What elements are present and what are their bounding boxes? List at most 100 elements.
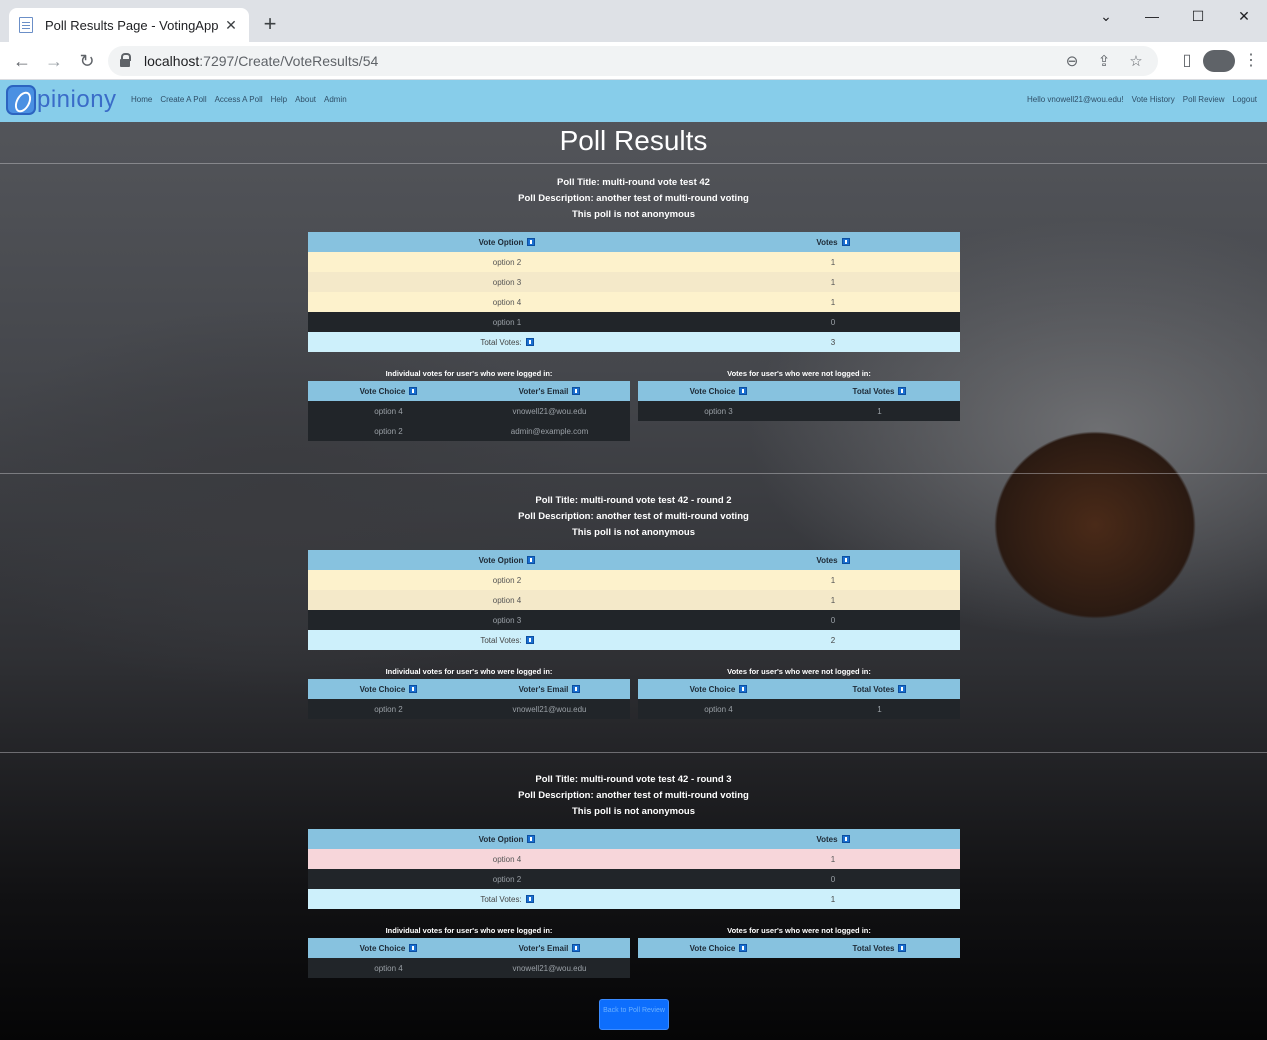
address-bar[interactable]: localhost:7297/Create/VoteResults/54 ⊖ ⇪… <box>108 46 1158 76</box>
logged-in-caption: Individual votes for user's who were log… <box>385 369 553 378</box>
info-icon[interactable] <box>898 386 907 395</box>
zoom-icon[interactable]: ⊖ <box>1056 52 1088 70</box>
votes-cell: 1 <box>706 849 960 869</box>
star-icon[interactable]: ☆ <box>1120 52 1152 70</box>
new-tab-icon[interactable]: + <box>258 11 282 37</box>
browser-tab[interactable]: Poll Results Page - VotingApp ✕ <box>9 8 249 42</box>
vote-choice-cell: option 2 <box>308 699 469 719</box>
nav-link-access-a-poll[interactable]: Access A Poll <box>215 95 263 104</box>
result-row: option 31 <box>308 272 960 292</box>
reload-icon[interactable]: ↻ <box>75 49 99 73</box>
poll-title: Poll Title: multi-round vote test 42 <box>557 177 710 188</box>
voter-email-header: Voter's Email <box>469 679 630 699</box>
page-content: piniony Home Create A Poll Access A Poll He… <box>0 80 1267 1040</box>
nav-link-about[interactable]: About <box>295 95 316 104</box>
divider <box>0 163 1267 164</box>
vote-choice-header-label: Vote Choice <box>359 684 406 694</box>
info-icon[interactable] <box>525 337 534 346</box>
poll-description: Poll Description: another test of multi-… <box>518 193 749 204</box>
site-navbar: piniony Home Create A Poll Access A Poll He… <box>0 80 1267 122</box>
result-row: option 30 <box>308 610 960 630</box>
info-icon[interactable] <box>739 684 748 693</box>
votes-header-label: Votes <box>816 834 838 844</box>
maximize-icon[interactable]: ☐ <box>1175 8 1221 25</box>
total-votes-header: Total Votes <box>799 938 960 958</box>
divider <box>0 752 1267 753</box>
vote-choice-cell: option 4 <box>308 958 469 978</box>
nav-link-help[interactable]: Help <box>271 95 287 104</box>
info-icon[interactable] <box>739 386 748 395</box>
nav-link-create-a-poll[interactable]: Create A Poll <box>160 95 206 104</box>
total-votes-value: 2 <box>706 630 960 650</box>
divider <box>0 473 1267 474</box>
chevron-down-icon[interactable]: ⌄ <box>1083 8 1129 25</box>
total-votes-value: 1 <box>706 889 960 909</box>
nav-link-logout[interactable]: Logout <box>1233 95 1257 104</box>
votes-header: Votes <box>706 829 960 849</box>
info-icon[interactable] <box>898 684 907 693</box>
minimize-icon[interactable]: — <box>1129 8 1175 24</box>
menu-icon[interactable]: ⋮ <box>1235 49 1267 80</box>
info-icon[interactable] <box>525 635 534 644</box>
nav-link-poll-review[interactable]: Poll Review <box>1183 95 1225 104</box>
votes-cell: 0 <box>706 869 960 889</box>
url-text: localhost:7297/Create/VoteResults/54 <box>144 53 378 69</box>
info-icon[interactable] <box>409 943 418 952</box>
votes-cell: 1 <box>706 590 960 610</box>
option-cell: option 4 <box>308 292 706 312</box>
poll-title: Poll Title: multi-round vote test 42 - r… <box>535 774 732 785</box>
info-icon[interactable] <box>525 894 534 903</box>
vote-choice-header: Vote Choice <box>308 938 469 958</box>
poll-anonymity: This poll is not anonymous <box>572 209 695 220</box>
info-icon[interactable] <box>841 237 850 246</box>
votes-header-label: Votes <box>816 555 838 565</box>
vote-choice-cell: option 3 <box>638 401 799 421</box>
votes-cell: 1 <box>706 570 960 590</box>
info-icon[interactable] <box>739 943 748 952</box>
poll-title: Poll Title: multi-round vote test 42 - r… <box>535 495 732 506</box>
lock-icon[interactable] <box>120 53 131 67</box>
voter-email-cell: admin@example.com <box>469 421 630 441</box>
logged-vote-row: option 2 vnowell21@wou.edu <box>308 699 630 719</box>
info-icon[interactable] <box>841 834 850 843</box>
close-icon[interactable]: ✕ <box>223 17 239 34</box>
voter-email-cell: vnowell21@wou.edu <box>469 958 630 978</box>
nav-link-admin[interactable]: Admin <box>324 95 347 104</box>
profile-icon[interactable] <box>1203 49 1235 80</box>
info-icon[interactable] <box>572 943 581 952</box>
info-icon[interactable] <box>572 386 581 395</box>
info-icon[interactable] <box>527 834 536 843</box>
anonymous-votes-table: Vote Choice Total Votes <box>638 938 960 958</box>
back-to-poll-review-button[interactable]: Back to Poll Review <box>599 999 669 1030</box>
votes-header: Votes <box>706 550 960 570</box>
share-icon[interactable]: ⇪ <box>1088 52 1120 70</box>
info-icon[interactable] <box>572 684 581 693</box>
forward-arrow-icon[interactable]: → <box>42 49 66 73</box>
info-icon[interactable] <box>527 555 536 564</box>
site-logo[interactable]: piniony <box>6 85 117 115</box>
results-table: Vote Option Votes option 4 1 option 2 0 Total … <box>308 829 960 909</box>
poll-header: Poll Title: multi-round vote test 42 - r… <box>0 493 1267 541</box>
close-window-icon[interactable]: ✕ <box>1221 8 1267 25</box>
total-votes-cell: 1 <box>799 401 960 421</box>
vote-choice-header: Vote Choice <box>308 679 469 699</box>
side-panel-icon[interactable]: ▯ <box>1171 49 1203 80</box>
vote-choice-cell: option 4 <box>638 699 799 719</box>
info-icon[interactable] <box>409 684 418 693</box>
votes-header: Votes <box>706 232 960 252</box>
url-host: localhost <box>144 53 200 69</box>
votes-cell: 0 <box>706 312 960 332</box>
info-icon[interactable] <box>527 237 536 246</box>
back-arrow-icon[interactable]: ← <box>10 49 34 73</box>
info-icon[interactable] <box>898 943 907 952</box>
info-icon[interactable] <box>409 386 418 395</box>
vote-option-header-label: Vote Option <box>478 237 524 247</box>
nav-links-right: Hello vnowell21@wou.edu! Vote History Poll… <box>1027 95 1257 104</box>
nav-link-vote-history[interactable]: Vote History <box>1132 95 1175 104</box>
nav-link-home[interactable]: Home <box>131 95 152 104</box>
poll-header: Poll Title: multi-round vote test 42 - r… <box>0 772 1267 820</box>
info-icon[interactable] <box>841 555 850 564</box>
voter-email-header: Voter's Email <box>469 938 630 958</box>
total-votes-header-label: Total Votes <box>852 684 895 694</box>
anonymous-vote-row: option 41 <box>638 699 960 719</box>
